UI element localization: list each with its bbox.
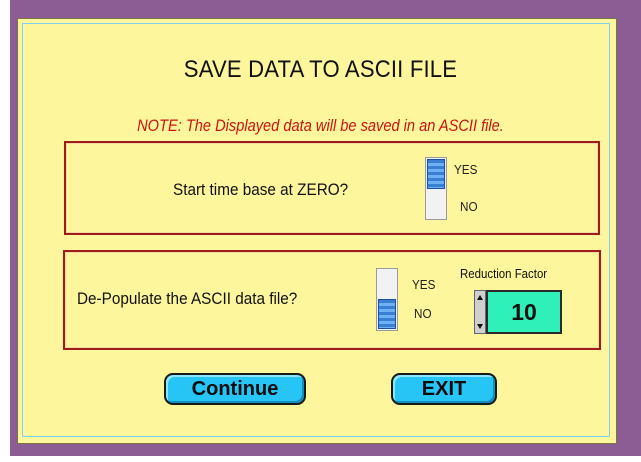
reduction-factor-spinner[interactable] — [474, 290, 486, 334]
reduction-factor-value[interactable]: 10 — [486, 290, 562, 334]
depopulate-yes-label: YES — [412, 277, 436, 292]
toggle-switch-icon — [427, 159, 445, 189]
note-text: NOTE: The Displayed data will be saved i… — [137, 116, 504, 135]
depopulate-question: De-Populate the ASCII data file? — [77, 289, 298, 308]
start-time-yes-label: YES — [454, 162, 478, 177]
spinner-up-icon[interactable] — [477, 295, 483, 300]
toggle-switch-icon — [378, 299, 396, 329]
continue-button[interactable]: Continue — [164, 373, 306, 405]
start-time-no-label: NO — [460, 199, 478, 214]
depopulate-toggle[interactable] — [376, 268, 398, 331]
spinner-down-icon[interactable] — [477, 324, 483, 329]
reduction-factor-label: Reduction Factor — [460, 266, 548, 281]
depopulate-no-label: NO — [414, 306, 432, 321]
start-time-question: Start time base at ZERO? — [173, 180, 349, 199]
exit-button[interactable]: EXIT — [391, 373, 497, 405]
start-time-zero-toggle[interactable] — [425, 157, 447, 220]
page-title: SAVE DATA TO ASCII FILE — [183, 56, 458, 83]
